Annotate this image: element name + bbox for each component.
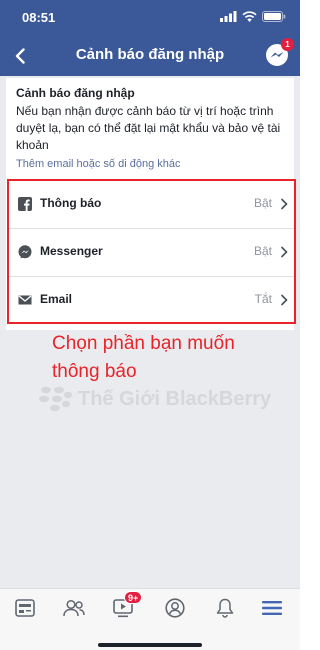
page-title: Cảnh báo đăng nhập (75, 46, 225, 63)
tab-friends[interactable] (59, 595, 89, 621)
tab-watch[interactable]: 9+ (108, 591, 143, 621)
annotation-line-1: Chọn phần bạn muốn (52, 333, 235, 354)
signal-icon (220, 11, 237, 22)
profile-icon (165, 598, 185, 618)
wifi-icon (242, 11, 257, 22)
nav-bar: Cảnh báo đăng nhập 1 (0, 36, 300, 76)
tab-menu[interactable] (257, 595, 287, 621)
notifications-icon (216, 598, 234, 618)
annotation-line-2: thông báo (52, 361, 137, 382)
annotation-text: Chọn phần bạn muốn thông báo (52, 330, 292, 386)
card-description: Nếu bạn nhận được cảnh báo từ vị trí hoặ… (16, 104, 281, 152)
news-feed-icon (15, 599, 35, 617)
tab-notifications[interactable] (210, 595, 240, 621)
home-indicator (98, 643, 202, 647)
friends-icon (63, 599, 85, 617)
watch-badge: 9+ (124, 591, 143, 604)
tab-bar: 9+ (0, 588, 300, 650)
card-title: Cảnh báo đăng nhập (16, 86, 135, 100)
messenger-badge: 1 (281, 38, 294, 51)
status-bar: 08:51 (0, 0, 300, 36)
messenger-button[interactable]: 1 (264, 38, 294, 68)
battery-icon (262, 11, 286, 22)
add-contact-link[interactable]: Thêm email hoặc số di động khác (16, 158, 180, 170)
watermark: Thế Giới BlackBerry (38, 386, 271, 412)
tab-profile[interactable] (160, 595, 190, 621)
status-time: 08:51 (22, 10, 56, 25)
menu-icon (262, 601, 282, 615)
status-icons (220, 11, 286, 22)
blackberry-logo-icon (39, 386, 72, 412)
tab-news-feed[interactable] (10, 595, 40, 621)
watermark-text: Thế Giới BlackBerry (78, 387, 272, 410)
highlight-box (7, 179, 296, 324)
